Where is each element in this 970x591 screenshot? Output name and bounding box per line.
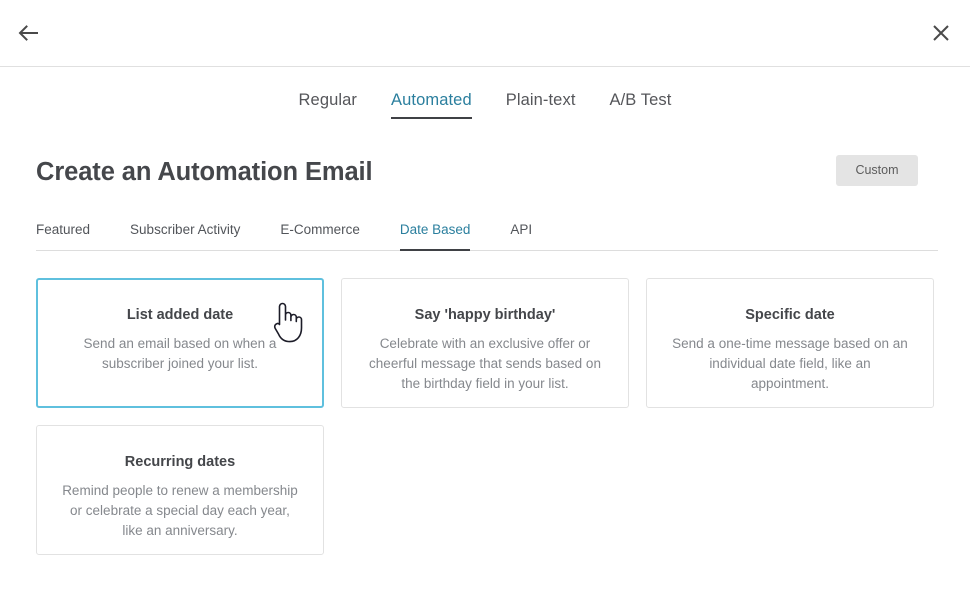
card-list-added-date[interactable]: List added date Send an email based on w… — [36, 278, 324, 408]
tab-ab-test[interactable]: A/B Test — [593, 90, 689, 119]
close-icon — [932, 24, 950, 42]
back-button[interactable] — [12, 16, 46, 50]
page-title: Create an Automation Email — [36, 155, 373, 189]
tab-subscriber-activity[interactable]: Subscriber Activity — [130, 221, 240, 250]
card-specific-date[interactable]: Specific date Send a one-time message ba… — [646, 278, 934, 408]
tab-e-commerce[interactable]: E-Commerce — [280, 221, 360, 250]
close-button[interactable] — [924, 16, 958, 50]
tab-plain-text[interactable]: Plain-text — [489, 90, 593, 119]
card-recurring-dates[interactable]: Recurring dates Remind people to renew a… — [36, 425, 324, 555]
tab-automated[interactable]: Automated — [374, 90, 489, 119]
tab-regular[interactable]: Regular — [282, 90, 374, 119]
window-topbar — [0, 0, 970, 67]
email-type-tabs: Regular Automated Plain-text A/B Test — [0, 90, 970, 119]
card-title: List added date — [59, 305, 301, 325]
card-title: Recurring dates — [59, 452, 301, 472]
card-title: Say 'happy birthday' — [364, 305, 606, 325]
card-title: Specific date — [669, 305, 911, 325]
custom-button[interactable]: Custom — [836, 155, 918, 186]
automation-category-tabs: Featured Subscriber Activity E-Commerce … — [36, 221, 938, 251]
card-description: Celebrate with an exclusive offer or che… — [364, 334, 606, 394]
card-description: Send an email based on when a subscriber… — [59, 334, 301, 374]
tab-featured[interactable]: Featured — [36, 221, 90, 250]
card-say-happy-birthday[interactable]: Say 'happy birthday' Celebrate with an e… — [341, 278, 629, 408]
card-description: Remind people to renew a membership or c… — [59, 481, 301, 541]
tab-api[interactable]: API — [510, 221, 532, 250]
automation-options-grid: List added date Send an email based on w… — [36, 278, 940, 555]
arrow-left-icon — [18, 24, 40, 42]
create-automation-email-screen: Regular Automated Plain-text A/B Test Cr… — [0, 0, 970, 591]
card-description: Send a one-time message based on an indi… — [669, 334, 911, 394]
tab-date-based[interactable]: Date Based — [400, 221, 471, 250]
